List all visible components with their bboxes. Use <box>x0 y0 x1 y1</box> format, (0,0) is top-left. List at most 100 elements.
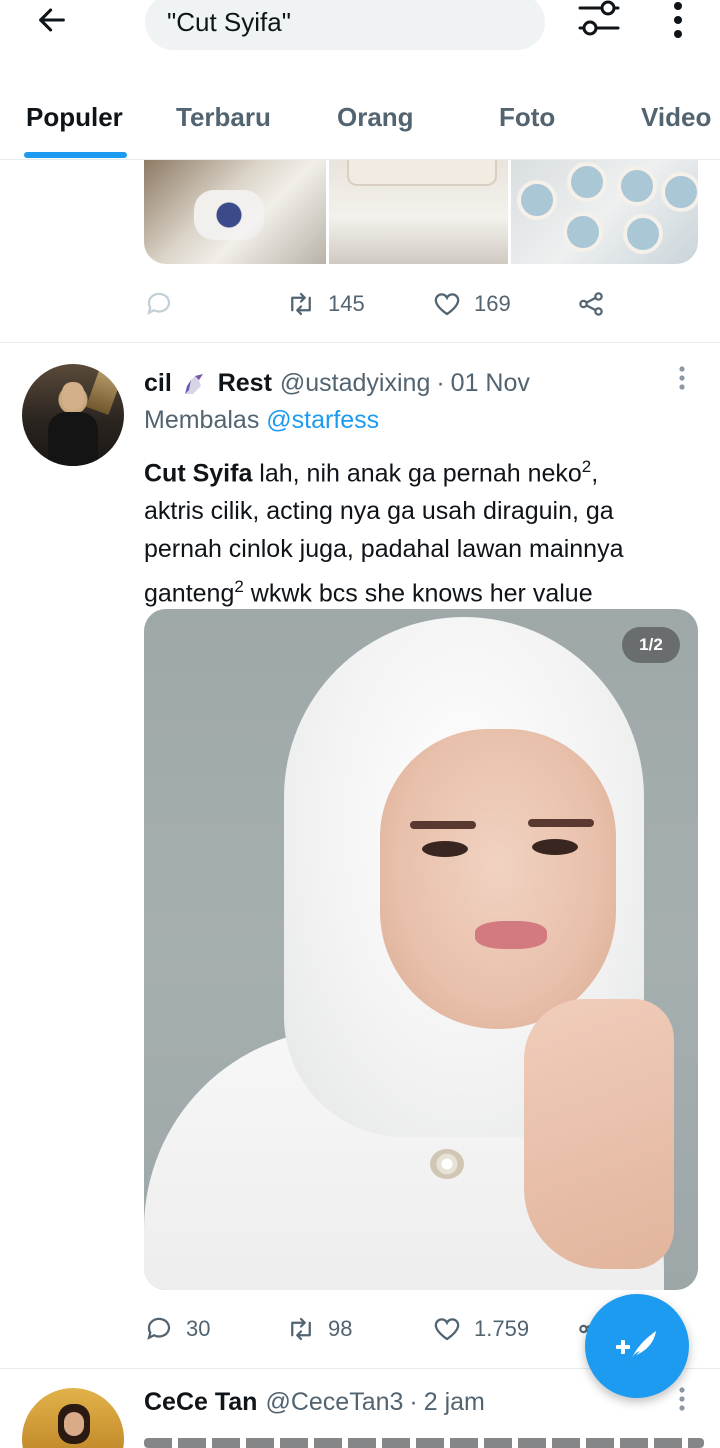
unicorn-emoji-icon <box>184 373 203 394</box>
tweet-text: Cut Syifa lah, nih anak ga pernah neko2,… <box>144 448 704 613</box>
tweet-text-line: aktris cilik, acting nya ga usah diragui… <box>144 497 614 526</box>
avatar[interactable] <box>22 1388 124 1448</box>
avatar-face <box>62 382 84 410</box>
tweet-date[interactable]: 01 Nov <box>451 369 530 398</box>
superscript: 2 <box>581 457 592 476</box>
display-name-part2: Rest <box>217 368 272 397</box>
separator-dot: · <box>436 368 445 397</box>
retweet-count: 98 <box>328 1316 353 1341</box>
media-thumbnail[interactable] <box>511 160 698 264</box>
superscript: 2 <box>234 577 244 597</box>
speech-bubble-icon <box>147 292 171 315</box>
tweet-header: CeCe Tan @CeceTan3 · 2 jam <box>144 1385 485 1419</box>
cookie-image <box>517 180 558 220</box>
tweet-text-cropped <box>144 1430 704 1448</box>
gift-wrap-image <box>194 190 264 240</box>
previous-tweet-media[interactable] <box>144 160 698 264</box>
cookie-image <box>661 172 698 212</box>
tab-orang[interactable]: Orang <box>337 102 414 133</box>
like-button[interactable]: 1.759 <box>432 1307 529 1351</box>
tweet-text-fragment: lah, nih anak ga pernah neko <box>252 459 582 488</box>
tweet-more-button[interactable] <box>672 364 692 394</box>
retweet-button[interactable]: 98 <box>286 1307 352 1351</box>
avatar[interactable] <box>22 364 124 466</box>
tweet-text-fragment: wkwk bcs she knows her value <box>243 579 593 608</box>
retweet-count: 145 <box>328 291 365 316</box>
search-query: "Cut Syifa" <box>167 6 291 37</box>
tweet-time[interactable]: 2 jam <box>424 1388 485 1417</box>
reply-count: 30 <box>186 1316 211 1341</box>
retro-radio-image <box>347 160 497 186</box>
avatar-light <box>85 369 123 415</box>
photo-lips <box>475 921 547 949</box>
sliders-icon <box>578 0 620 36</box>
feather-plus-icon <box>616 1331 656 1363</box>
reply-button[interactable]: 30 <box>144 1307 210 1351</box>
media-thumbnail[interactable] <box>329 160 509 264</box>
search-input[interactable]: "Cut Syifa" <box>145 0 545 50</box>
photo-eye <box>532 839 578 855</box>
display-name[interactable]: cil Rest <box>144 369 272 398</box>
display-name[interactable]: CeCe Tan <box>144 1388 257 1417</box>
photo-hand <box>524 999 674 1269</box>
tweet-text-line: pernah cinlok juga, padahal lawan mainny… <box>144 535 624 564</box>
photo-face <box>380 729 616 1029</box>
cookie-image <box>617 166 658 206</box>
like-button[interactable]: 169 <box>432 282 511 326</box>
user-handle[interactable]: @ustadyixing <box>280 369 430 398</box>
like-count: 169 <box>474 291 511 316</box>
media-thumbnail[interactable] <box>144 160 326 264</box>
retweet-icon <box>291 292 311 316</box>
tab-populer[interactable]: Populer <box>26 102 123 133</box>
tweet-text-line: ganteng2 wkwk bcs she knows her value <box>144 568 704 612</box>
active-tab-indicator <box>24 152 127 158</box>
tab-foto[interactable]: Foto <box>499 102 555 133</box>
cookie-image <box>563 212 604 252</box>
search-tabs: Populer Terbaru Orang Foto Video <box>0 84 720 160</box>
avatar-body <box>48 412 98 466</box>
photo-brow <box>528 819 594 827</box>
avatar-face <box>64 1412 84 1436</box>
arrow-left-icon <box>39 8 65 32</box>
top-bar: "Cut Syifa" <box>0 0 720 60</box>
tweet-header: cil Rest @ustadyixing · 01 Nov <box>144 366 530 400</box>
tweet-text-line: Cut Syifa lah, nih anak ga pernah neko2, <box>144 448 704 492</box>
search-highlight: Cut Syifa <box>144 459 253 488</box>
tab-terbaru[interactable]: Terbaru <box>176 102 271 133</box>
cropped-text-line <box>144 1438 704 1448</box>
share-button[interactable] <box>576 282 606 326</box>
retweet-icon <box>291 1317 311 1341</box>
previous-tweet-actions: 145 169 <box>144 282 704 326</box>
tab-video[interactable]: Video <box>641 102 711 133</box>
filter-button[interactable] <box>574 0 624 40</box>
reply-mention-link[interactable]: @starfess <box>266 406 379 434</box>
user-handle[interactable]: @CeceTan3 <box>265 1388 403 1417</box>
tweet-photo[interactable]: 1/2 <box>144 609 698 1290</box>
photo-counter-badge: 1/2 <box>622 627 680 663</box>
vertical-ellipsis-icon <box>679 366 685 390</box>
replying-to: Membalas @starfess <box>144 406 379 435</box>
cookie-image <box>567 162 608 202</box>
retweet-button[interactable]: 145 <box>286 282 365 326</box>
heart-icon <box>434 293 460 316</box>
compose-tweet-button[interactable] <box>585 1294 689 1398</box>
tweet-more-button[interactable] <box>672 1385 692 1415</box>
tweet-divider <box>0 342 720 343</box>
heart-icon <box>434 1318 460 1341</box>
tweet-text-fragment: ganteng <box>144 579 235 608</box>
tweet-text-fragment: , <box>591 459 599 488</box>
replying-to-label: Membalas <box>144 406 260 434</box>
share-icon <box>579 292 603 316</box>
photo-brow <box>410 821 476 829</box>
speech-bubble-icon <box>147 1317 171 1340</box>
like-count: 1.759 <box>474 1316 530 1341</box>
more-options-button[interactable] <box>660 0 696 40</box>
vertical-ellipsis-icon <box>674 2 682 38</box>
reply-button[interactable] <box>144 282 174 326</box>
vertical-ellipsis-icon <box>679 1387 685 1411</box>
separator-dot: · <box>409 1387 418 1416</box>
display-name-part1: cil <box>144 368 172 397</box>
photo-brooch <box>430 1149 464 1179</box>
photo-eye <box>422 841 468 857</box>
back-button[interactable] <box>30 0 74 40</box>
